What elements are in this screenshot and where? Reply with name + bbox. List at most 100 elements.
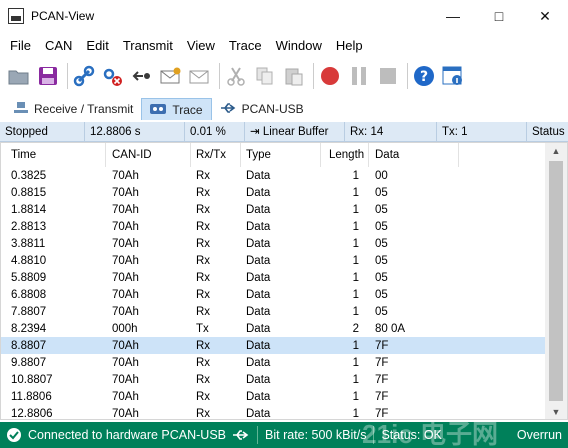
disconnect-icon[interactable]: [100, 62, 126, 90]
menu-view[interactable]: View: [180, 38, 222, 53]
toolbar: ?: [0, 58, 568, 94]
cell-time: 5.8809: [11, 271, 47, 284]
cell-time: 0.8815: [11, 186, 47, 199]
cell-length: 1: [352, 254, 359, 267]
column-header-rxtx[interactable]: Rx/Tx: [191, 143, 241, 167]
menu-file[interactable]: File: [0, 38, 38, 53]
cell-length: 1: [352, 203, 359, 216]
menu-help[interactable]: Help: [329, 38, 370, 53]
cell-time: 4.8810: [11, 254, 47, 267]
cell-length: 1: [352, 220, 359, 233]
cell-rxtx: Rx: [196, 271, 211, 284]
scroll-down-arrow-icon[interactable]: ▼: [545, 404, 567, 419]
cell-time: 11.8806: [11, 390, 52, 403]
trace-grid[interactable]: Time CAN-ID Rx/Tx Type Length Data 0.382…: [0, 142, 568, 420]
cell-type: Data: [246, 203, 271, 216]
save-icon[interactable]: [35, 62, 61, 90]
overrun-status: Overrun: [516, 428, 562, 442]
reset-icon[interactable]: [129, 62, 155, 90]
usb-icon: [220, 102, 236, 117]
trace-state: Stopped: [0, 122, 85, 142]
watermark: 21ic 电子网: [362, 419, 498, 448]
table-row[interactable]: 5.8809 70Ah Rx Data 1 05: [1, 269, 545, 286]
table-row[interactable]: 4.8810 70Ah Rx Data 1 05: [1, 252, 545, 269]
edit-message-icon[interactable]: [187, 62, 213, 90]
cell-rxtx: Rx: [196, 203, 211, 216]
table-row[interactable]: 8.2394 000h Tx Data 2 80 0A: [1, 320, 545, 337]
menu-can[interactable]: CAN: [38, 38, 79, 53]
record-icon[interactable]: [317, 62, 343, 90]
cell-rxtx: Rx: [196, 288, 211, 301]
status-bar: Connected to hardware PCAN-USB Bit rate:…: [0, 419, 568, 448]
menu-window[interactable]: Window: [269, 38, 329, 53]
cell-can-id: 000h: [112, 322, 138, 335]
cell-data: 05: [375, 305, 388, 318]
column-header-can-id[interactable]: CAN-ID: [106, 143, 191, 167]
paste-icon[interactable]: [281, 62, 307, 90]
cell-length: 1: [352, 237, 359, 250]
minimize-button[interactable]: —: [430, 0, 476, 32]
cell-data: 05: [375, 203, 388, 216]
cell-rxtx: Rx: [196, 407, 211, 420]
menu-trace[interactable]: Trace: [222, 38, 269, 53]
menu-transmit[interactable]: Transmit: [116, 38, 180, 53]
cell-can-id: 70Ah: [112, 271, 139, 284]
scroll-thumb[interactable]: [549, 161, 563, 401]
cell-data: 05: [375, 254, 388, 267]
cell-time: 6.8808: [11, 288, 47, 301]
table-row[interactable]: 0.8815 70Ah Rx Data 1 05: [1, 184, 545, 201]
column-header-type[interactable]: Type: [241, 143, 321, 167]
cell-type: Data: [246, 305, 271, 318]
tab-receive-transmit[interactable]: Receive / Transmit: [6, 98, 141, 120]
cell-data: 05: [375, 220, 388, 233]
column-header-data[interactable]: Data: [369, 143, 459, 167]
column-header-length[interactable]: Length: [321, 143, 369, 167]
table-row[interactable]: 1.8814 70Ah Rx Data 1 05: [1, 201, 545, 218]
cell-time: 8.2394: [11, 322, 47, 335]
pause-icon[interactable]: [346, 62, 372, 90]
cut-icon[interactable]: [223, 62, 249, 90]
bitrate-status: Bit rate: 500 kBit/s: [265, 428, 367, 442]
trace-icon: [150, 103, 167, 117]
scroll-up-arrow-icon[interactable]: ▲: [545, 143, 567, 160]
table-row[interactable]: 7.8807 70Ah Rx Data 1 05: [1, 303, 545, 320]
table-row[interactable]: 11.8806 70Ah Rx Data 1 7F: [1, 388, 545, 405]
info-window-icon[interactable]: [440, 62, 466, 90]
table-row[interactable]: 2.8813 70Ah Rx Data 1 05: [1, 218, 545, 235]
new-message-icon[interactable]: [158, 62, 184, 90]
vertical-scrollbar[interactable]: ▲ ▼: [545, 143, 567, 419]
cell-type: Data: [246, 356, 271, 369]
copy-icon[interactable]: [252, 62, 278, 90]
help-icon[interactable]: ?: [411, 62, 437, 90]
open-folder-icon[interactable]: [6, 62, 32, 90]
cell-can-id: 70Ah: [112, 305, 139, 318]
cell-can-id: 70Ah: [112, 390, 139, 403]
column-header-time[interactable]: Time: [1, 143, 106, 167]
cell-type: Data: [246, 339, 271, 352]
table-row[interactable]: 9.8807 70Ah Rx Data 1 7F: [1, 354, 545, 371]
cell-can-id: 70Ah: [112, 407, 139, 420]
cell-length: 1: [352, 305, 359, 318]
cell-time: 9.8807: [11, 356, 47, 369]
table-row[interactable]: 3.8811 70Ah Rx Data 1 05: [1, 235, 545, 252]
menu-edit[interactable]: Edit: [79, 38, 115, 53]
cell-type: Data: [246, 220, 271, 233]
cell-can-id: 70Ah: [112, 186, 139, 199]
table-row[interactable]: 6.8808 70Ah Rx Data 1 05: [1, 286, 545, 303]
stop-icon[interactable]: [375, 62, 401, 90]
table-row[interactable]: 0.3825 70Ah Rx Data 1 00: [1, 167, 545, 184]
maximize-button[interactable]: □: [476, 0, 522, 32]
tab-trace[interactable]: Trace: [141, 98, 212, 120]
close-button[interactable]: ✕: [522, 0, 568, 32]
table-row[interactable]: 10.8807 70Ah Rx Data 1 7F: [1, 371, 545, 388]
cell-length: 1: [352, 339, 359, 352]
cell-can-id: 70Ah: [112, 220, 139, 233]
table-row[interactable]: 8.8807 70Ah Rx Data 1 7F: [1, 337, 545, 354]
cell-time: 10.8807: [11, 373, 53, 386]
cell-data: 05: [375, 186, 388, 199]
tab-pcan-usb[interactable]: PCAN-USB: [212, 98, 312, 120]
cell-data: 05: [375, 288, 388, 301]
cell-type: Data: [246, 288, 271, 301]
connect-icon[interactable]: [71, 62, 97, 90]
trace-buffer-mode[interactable]: ⇥ Linear Buffer: [245, 122, 345, 142]
